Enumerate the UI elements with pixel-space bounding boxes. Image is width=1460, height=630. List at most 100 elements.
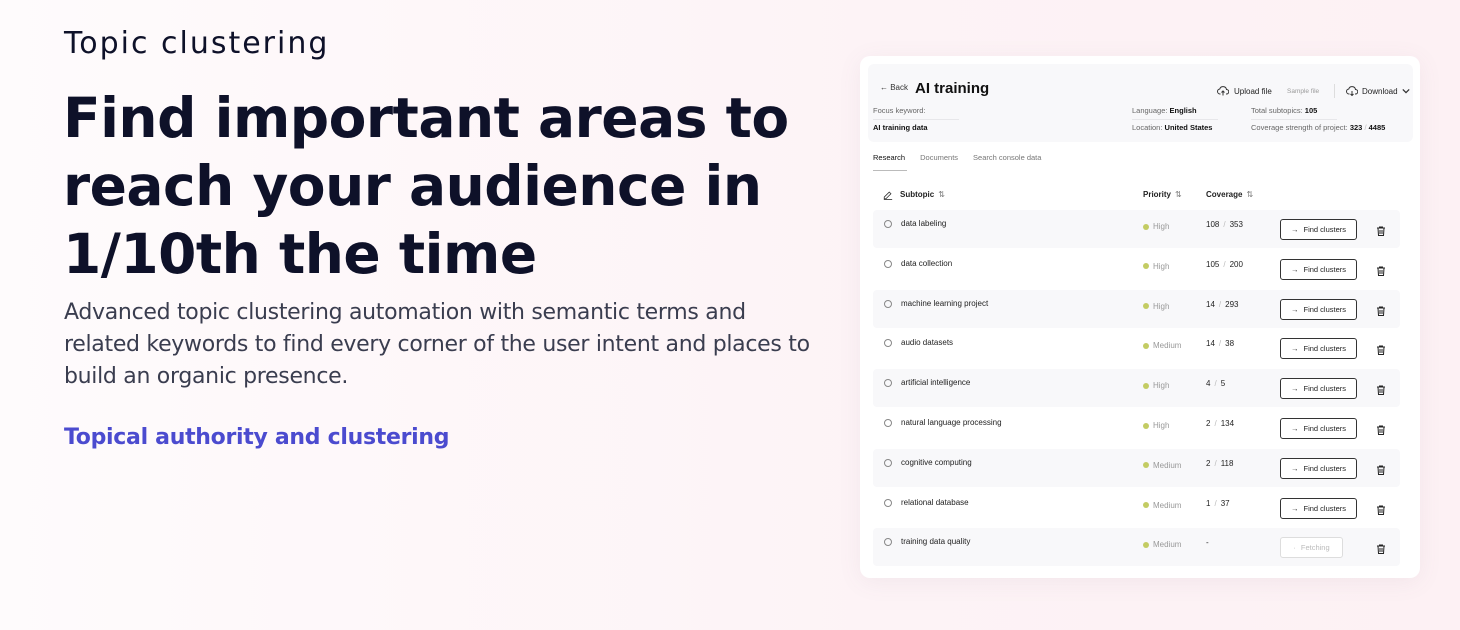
- coverage-b: 37: [1220, 498, 1230, 508]
- coverage-strength-field: Coverage strength of project: 323 / 4485: [1251, 123, 1386, 132]
- column-coverage[interactable]: Coverage ⇅: [1206, 190, 1253, 199]
- sort-icon: ⇅: [938, 190, 945, 199]
- row-select-radio[interactable]: [884, 299, 892, 308]
- arrow-right-icon: →: [1290, 424, 1299, 433]
- priority-label: High: [1153, 222, 1170, 231]
- trash-icon[interactable]: [1375, 542, 1387, 555]
- trash-icon[interactable]: [1375, 264, 1387, 276]
- language-field: Language: English: [1132, 106, 1197, 115]
- hero-description: Advanced topic clustering automation wit…: [64, 300, 810, 389]
- coverage-b: 293: [1225, 299, 1239, 309]
- arrow-right-icon: →: [1290, 384, 1299, 394]
- meta-divider: [1251, 119, 1337, 120]
- focus-keyword-value: AI training data: [873, 123, 928, 132]
- find-clusters-button[interactable]: → Find clusters: [1280, 298, 1357, 320]
- coverage-b: 200: [1229, 259, 1243, 269]
- trash-icon[interactable]: [1375, 423, 1387, 435]
- find-clusters-button[interactable]: → Find clusters: [1280, 378, 1357, 400]
- row-select-radio[interactable]: [884, 220, 892, 228]
- topic-panel: ← Back AI training Upload file Sample fi…: [860, 56, 1420, 578]
- column-priority[interactable]: Priority ⇅: [1143, 190, 1182, 199]
- panel-tabs: Research Documents Search console data: [873, 153, 1041, 162]
- table-row: audio datasets Medium 14/38 → Find clusters: [873, 329, 1400, 367]
- priority-dot-icon: [1143, 382, 1149, 389]
- chevron-down-icon: [1401, 88, 1410, 94]
- trash-icon[interactable]: [1375, 224, 1387, 236]
- priority-dot-icon: [1143, 502, 1149, 509]
- priority-dot-icon: [1143, 303, 1149, 310]
- download-button[interactable]: Download: [1346, 86, 1410, 96]
- coverage-value: 4/5: [1206, 379, 1226, 389]
- coverage-value: 2/118: [1206, 458, 1234, 468]
- find-clusters-label: Find clusters: [1303, 344, 1346, 354]
- upload-file-label: Upload file: [1234, 86, 1272, 96]
- row-select-radio[interactable]: [884, 498, 892, 507]
- column-subtopic[interactable]: Subtopic ⇅: [900, 190, 945, 199]
- coverage-b: 353: [1229, 220, 1243, 229]
- trash-icon[interactable]: [1375, 463, 1387, 475]
- fetching-label: Fetching: [1300, 543, 1330, 553]
- trash-icon[interactable]: [1375, 383, 1387, 396]
- table-row: training data quality Medium - · Fetching: [873, 528, 1400, 567]
- sample-file-link[interactable]: Sample file: [1287, 88, 1319, 95]
- tab-research[interactable]: Research: [873, 153, 905, 162]
- priority-badge: Medium: [1143, 540, 1181, 549]
- coverage-a: -: [1206, 538, 1209, 548]
- topical-authority-link[interactable]: Topical authority and clustering: [64, 425, 449, 450]
- table-row: machine learning project High 14/293 → Find …: [873, 289, 1400, 328]
- find-clusters-button[interactable]: → Find clusters: [1280, 457, 1357, 479]
- priority-label: High: [1153, 301, 1170, 311]
- arrow-right-icon: →: [1290, 264, 1299, 274]
- find-clusters-button[interactable]: → Find clusters: [1280, 418, 1357, 439]
- tab-documents[interactable]: Documents: [920, 153, 958, 162]
- priority-dot-icon: [1143, 462, 1149, 469]
- row-select-radio[interactable]: [884, 339, 892, 348]
- spinner-icon: ·: [1293, 543, 1296, 553]
- row-select-radio[interactable]: [884, 458, 892, 467]
- cloud-upload-icon: [1217, 86, 1229, 96]
- subtopic-name: training data quality: [901, 537, 971, 547]
- total-subtopics-label: Total subtopics:: [1251, 106, 1303, 115]
- row-select-radio[interactable]: [884, 419, 892, 427]
- table-row: relational database Medium 1/37 → Find clust…: [873, 489, 1400, 527]
- find-clusters-button[interactable]: → Find clusters: [1280, 258, 1357, 280]
- trash-icon[interactable]: [1375, 503, 1387, 515]
- location-label: Location:: [1132, 123, 1163, 132]
- find-clusters-button[interactable]: → Find clusters: [1280, 338, 1357, 360]
- coverage-a: 108: [1206, 220, 1220, 229]
- table-row: natural language processing High 2/134 → Fin…: [873, 409, 1400, 447]
- pencil-icon[interactable]: [883, 190, 893, 200]
- upload-file-button[interactable]: Upload file: [1217, 86, 1272, 96]
- find-clusters-button[interactable]: → Find clusters: [1280, 497, 1357, 519]
- focus-keyword-label: Focus keyword:: [873, 106, 926, 115]
- coverage-b: 118: [1220, 458, 1234, 468]
- subtopic-name: data collection: [901, 258, 953, 268]
- priority-dot-icon: [1143, 342, 1149, 349]
- row-select-radio[interactable]: [884, 379, 892, 388]
- coverage-a: 14: [1206, 339, 1215, 349]
- cloud-download-icon: [1346, 86, 1358, 96]
- total-subtopics-value: 105: [1304, 106, 1318, 115]
- row-select-radio[interactable]: [884, 538, 892, 547]
- priority-label: Medium: [1153, 341, 1182, 351]
- row-select-radio[interactable]: [884, 259, 892, 268]
- coverage-strength-a: 323: [1349, 123, 1363, 132]
- priority-badge: High: [1143, 262, 1169, 271]
- column-coverage-label: Coverage: [1206, 190, 1243, 199]
- trash-icon[interactable]: [1375, 343, 1387, 356]
- tab-search-console-data[interactable]: Search console data: [973, 153, 1041, 162]
- priority-label: Medium: [1153, 460, 1182, 470]
- trash-icon[interactable]: [1375, 304, 1387, 316]
- meta-divider: [873, 119, 959, 120]
- priority-label: High: [1153, 421, 1170, 430]
- coverage-value: 105/200: [1206, 259, 1243, 269]
- coverage-value: 108/353: [1206, 220, 1243, 229]
- priority-label: High: [1153, 381, 1170, 391]
- find-clusters-label: Find clusters: [1303, 384, 1346, 394]
- sort-icon: ⇅: [1175, 190, 1182, 199]
- coverage-a: 4: [1206, 379, 1211, 389]
- coverage-value: -: [1206, 538, 1209, 547]
- back-button[interactable]: ← Back: [880, 83, 908, 92]
- priority-label: Medium: [1153, 500, 1182, 510]
- find-clusters-button[interactable]: → Find clusters: [1280, 219, 1357, 240]
